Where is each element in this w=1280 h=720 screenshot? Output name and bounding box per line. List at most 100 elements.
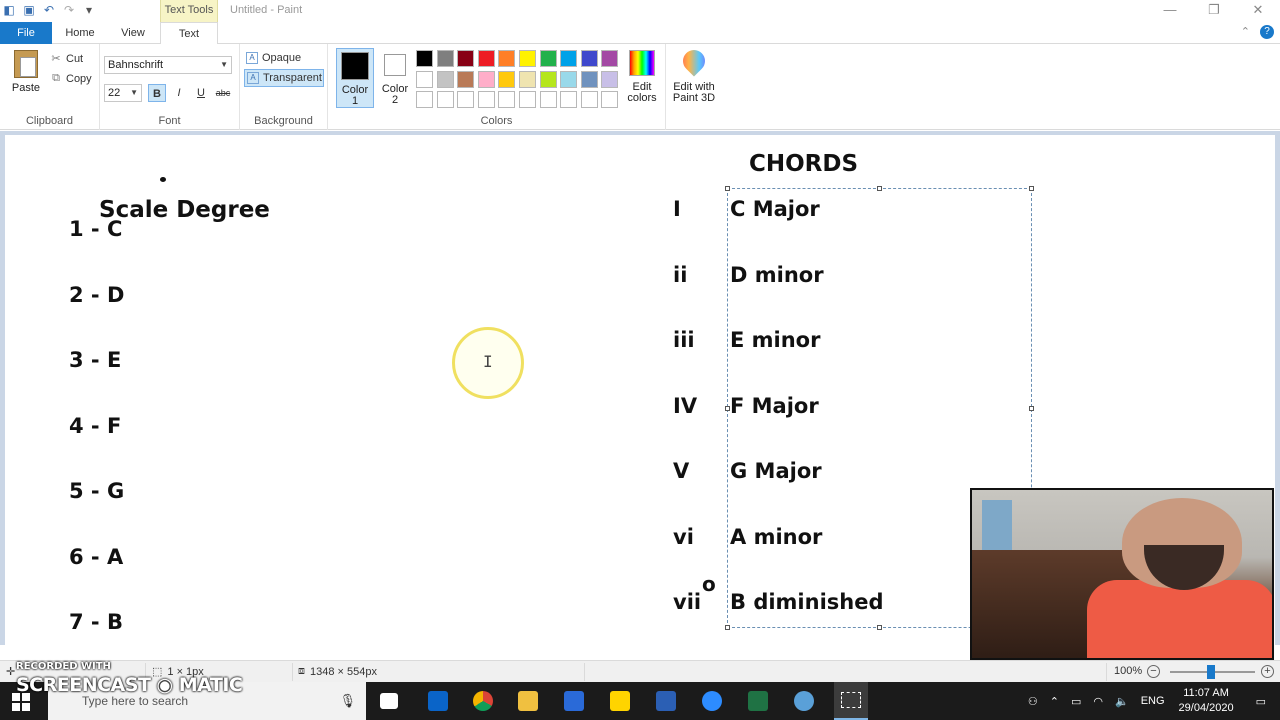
palette-swatch[interactable] — [539, 50, 557, 67]
tab-view[interactable]: View — [112, 22, 154, 44]
tab-text[interactable]: Text — [160, 22, 218, 45]
vpn-icon[interactable] — [564, 691, 584, 711]
zoom-out-button[interactable]: − — [1147, 665, 1160, 678]
palette-swatch[interactable] — [560, 50, 578, 67]
zoom-slider-thumb[interactable] — [1207, 665, 1215, 679]
customize-qat-icon[interactable]: ▾ — [82, 3, 96, 17]
edit-colors-button[interactable]: Edit colors — [624, 50, 660, 104]
bold-button[interactable]: B — [148, 84, 166, 102]
palette-swatch[interactable] — [477, 70, 495, 88]
chrome-icon[interactable] — [473, 691, 493, 711]
wifi-icon[interactable]: ◠ — [1087, 695, 1109, 708]
palette-swatch[interactable] — [498, 91, 516, 109]
color-palette — [416, 50, 619, 109]
palette-swatch[interactable] — [560, 70, 578, 88]
edit-with-paint3d-button[interactable]: Edit with Paint 3D — [670, 45, 718, 104]
cut-label: Cut — [66, 52, 84, 65]
excel-icon[interactable] — [748, 691, 768, 711]
collapse-ribbon-icon[interactable]: ⌃ — [1241, 25, 1250, 39]
palette-swatch[interactable] — [436, 70, 454, 88]
palette-swatch[interactable] — [601, 50, 619, 67]
resize-handle[interactable] — [1029, 186, 1034, 191]
italic-button[interactable]: I — [170, 84, 188, 102]
opaque-option[interactable]: A Opaque — [244, 49, 324, 67]
task-view-icon[interactable] — [380, 693, 398, 709]
strikethrough-button[interactable]: abc — [214, 84, 232, 102]
undo-icon[interactable]: ↶ — [42, 3, 56, 17]
palette-swatch[interactable] — [601, 91, 619, 109]
palette-swatch[interactable] — [518, 70, 536, 88]
degree-2: 2 - D — [69, 283, 125, 307]
palette-swatch[interactable] — [457, 50, 475, 67]
word-icon[interactable] — [656, 691, 676, 711]
cut-button[interactable]: ✂ Cut — [50, 52, 84, 66]
palette-swatch[interactable] — [580, 50, 598, 67]
palette-swatch[interactable] — [539, 70, 557, 88]
resize-handle[interactable] — [725, 186, 730, 191]
palette-swatch[interactable] — [518, 50, 536, 67]
palette-swatch[interactable] — [498, 70, 516, 88]
paint-app-icon[interactable]: ◧ — [2, 3, 16, 17]
zoom-app-icon[interactable] — [702, 691, 722, 711]
tab-file[interactable]: File — [0, 22, 52, 44]
color-1-label: Color 1 — [341, 84, 369, 107]
palette-swatch[interactable] — [601, 70, 619, 88]
volume-icon[interactable]: 🔈 — [1109, 695, 1135, 708]
clipboard-group: Paste ✂ Cut ⧉ Copy Clipboard — [0, 44, 100, 130]
palette-swatch[interactable] — [457, 91, 475, 109]
paste-button[interactable]: Paste — [8, 50, 44, 94]
outlook-icon[interactable] — [428, 691, 448, 711]
microphone-icon[interactable]: 🎙 — [339, 693, 356, 709]
resize-handle[interactable] — [725, 625, 730, 630]
palette-swatch[interactable] — [457, 70, 475, 88]
sticky-notes-icon[interactable] — [610, 691, 630, 711]
underline-button[interactable]: U — [192, 84, 210, 102]
resize-handle[interactable] — [877, 625, 882, 630]
chevron-up-icon[interactable]: ⌃ — [1044, 695, 1065, 708]
close-button[interactable]: ✕ — [1236, 0, 1280, 22]
palette-swatch[interactable] — [580, 91, 598, 109]
watermark-line-1: RECORDED WITH — [16, 661, 111, 672]
palette-swatch[interactable] — [416, 70, 433, 88]
transparent-option[interactable]: A Transparent — [244, 69, 324, 87]
redo-icon[interactable]: ↷ — [62, 3, 76, 17]
palette-swatch[interactable] — [477, 50, 495, 67]
roman-numeral: IV — [673, 394, 698, 418]
palette-swatch[interactable] — [539, 91, 557, 109]
palette-swatch[interactable] — [560, 91, 578, 109]
copy-button[interactable]: ⧉ Copy — [50, 72, 92, 85]
zoom-in-button[interactable]: + — [1261, 665, 1274, 678]
resize-handle[interactable] — [877, 186, 882, 191]
file-explorer-icon[interactable] — [518, 691, 538, 711]
resize-handle[interactable] — [1029, 406, 1034, 411]
snipping-tool-active[interactable] — [834, 682, 868, 720]
palette-swatch[interactable] — [436, 50, 454, 67]
color-1-button[interactable]: Color 1 — [336, 48, 374, 108]
minimize-button[interactable]: — — [1148, 0, 1192, 22]
palette-swatch[interactable] — [580, 70, 598, 88]
palette-swatch[interactable] — [416, 91, 433, 109]
palette-swatch[interactable] — [498, 50, 516, 67]
font-family-select[interactable]: Bahnschrift ▼ — [104, 56, 232, 74]
notifications-icon[interactable]: ▭ — [1242, 695, 1280, 708]
palette-swatch[interactable] — [518, 91, 536, 109]
people-icon[interactable]: ⚇ — [1022, 695, 1044, 708]
restore-button[interactable]: ❐ — [1192, 0, 1236, 22]
battery-icon[interactable]: ▭ — [1065, 695, 1087, 708]
language-indicator[interactable]: ENG — [1135, 695, 1171, 707]
palette-swatch[interactable] — [436, 91, 454, 109]
colors-group: Color 1 Color 2 Edit colors Colors — [328, 44, 666, 130]
help-icon[interactable]: ? — [1260, 25, 1274, 39]
palette-swatch[interactable] — [477, 91, 495, 109]
save-icon[interactable]: ▣ — [22, 3, 36, 17]
edit-colors-label: Edit colors — [627, 81, 657, 104]
palette-swatch[interactable] — [416, 50, 433, 67]
divider — [1106, 663, 1107, 681]
tab-home[interactable]: Home — [58, 22, 102, 44]
color-2-button[interactable]: Color 2 — [376, 48, 414, 108]
font-size-select[interactable]: 22 ▼ — [104, 84, 142, 102]
canvas-size-icon: ⧈ — [298, 665, 305, 677]
clock[interactable]: 11:07 AM 29/04/2020 — [1171, 686, 1242, 716]
roman-numeral: V — [673, 459, 690, 483]
paint-taskbar-icon[interactable] — [794, 691, 814, 711]
